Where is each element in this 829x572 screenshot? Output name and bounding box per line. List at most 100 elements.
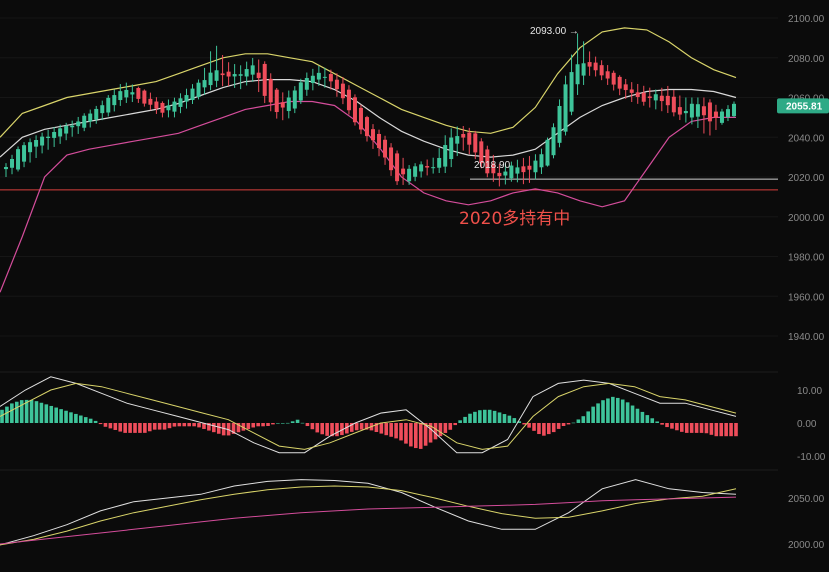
candle-body <box>46 136 51 139</box>
macd-histogram-bar <box>118 423 123 432</box>
macd-histogram-bar <box>581 416 586 423</box>
candle-body <box>533 160 538 173</box>
macd-histogram-bar <box>310 423 315 430</box>
candle-body <box>635 92 640 98</box>
candle-body <box>196 82 201 98</box>
macd-histogram-bar <box>404 423 408 444</box>
macd-histogram-bar <box>172 423 177 427</box>
macd-histogram-bar <box>709 423 714 435</box>
macd-histogram-bar <box>556 423 561 429</box>
candle-body <box>695 104 700 117</box>
macd-histogram-bar <box>10 403 14 423</box>
macd-histogram-bar <box>478 410 482 423</box>
candle-body <box>647 96 652 99</box>
candle-body <box>148 98 153 105</box>
macd-histogram-bar <box>502 414 507 423</box>
macd-histogram-bar <box>29 399 34 423</box>
candle-body <box>719 111 724 123</box>
price-tick-label: 2080.00 <box>788 54 825 65</box>
macd-histogram-bar <box>167 423 172 429</box>
macd-histogram-bar <box>320 423 325 435</box>
candle-body <box>154 101 159 109</box>
last-price-value: 2055.81 <box>786 101 823 112</box>
macd-histogram-bar <box>280 423 285 424</box>
candle-body <box>725 109 730 118</box>
candle-body <box>587 62 592 67</box>
macd-histogram-bar <box>645 415 650 423</box>
candle-body <box>4 167 8 170</box>
macd-histogram-bar <box>591 406 595 423</box>
macd-histogram-bar <box>680 423 684 432</box>
macd-histogram-bar <box>34 401 39 423</box>
macd-histogram-bar <box>497 412 502 423</box>
candle-body <box>244 69 249 77</box>
macd-histogram-bar <box>650 418 655 423</box>
macd-histogram-bar <box>635 408 640 423</box>
macd-histogram-bar <box>576 419 581 423</box>
candle-body <box>389 147 394 171</box>
macd-histogram-bar <box>433 423 438 440</box>
candle-body <box>112 95 117 106</box>
candle-body <box>575 64 580 85</box>
holding-note: 2020多持有中 <box>459 209 570 229</box>
macd-histogram-bar <box>689 423 694 433</box>
candle-body <box>298 82 303 101</box>
price-tick-label: 1980.00 <box>788 253 825 264</box>
candle-body <box>713 111 718 118</box>
candle-body <box>653 94 658 101</box>
macd-histogram-bar <box>177 423 182 427</box>
macd-histogram-bar <box>187 423 191 427</box>
macd-histogram-bar <box>83 417 88 423</box>
macd-histogram-bar <box>290 421 295 423</box>
chart-background <box>0 0 829 572</box>
candle-body <box>328 73 333 82</box>
macd-histogram-bar <box>379 423 384 434</box>
macd-histogram-bar <box>285 422 290 424</box>
macd-histogram-bar <box>606 398 610 423</box>
macd-histogram-bar <box>724 423 728 437</box>
candle-body <box>413 166 418 177</box>
macd-histogram-bar <box>571 422 576 424</box>
macd-histogram-bar <box>566 423 571 425</box>
macd-histogram-bar <box>615 397 620 423</box>
candle-body <box>286 97 291 112</box>
macd-histogram-bar <box>512 418 517 423</box>
macd-histogram-bar <box>251 423 256 428</box>
macd-histogram-bar <box>413 423 418 449</box>
macd-histogram-bar <box>182 423 187 427</box>
candle-body <box>605 71 610 79</box>
macd-histogram-bar <box>660 423 664 425</box>
macd-histogram-bar <box>665 423 669 428</box>
candle-body <box>268 78 273 103</box>
candle-body <box>377 133 382 149</box>
macd-histogram-bar <box>389 423 393 437</box>
candle-body <box>395 153 400 182</box>
macd-histogram-bar <box>335 423 339 437</box>
candle-body <box>322 76 327 78</box>
macd-histogram-bar <box>453 423 458 426</box>
candle-body <box>22 145 27 162</box>
macd-histogram-bar <box>74 413 78 423</box>
candle-body <box>310 75 315 84</box>
chart-stage: 2100.002080.002060.002040.002020.002000.… <box>0 0 829 572</box>
candle-body <box>527 165 532 170</box>
macd-histogram-bar <box>276 423 280 424</box>
macd-histogram-bar <box>44 404 49 423</box>
candle-body <box>629 89 634 93</box>
candle-body <box>515 167 520 174</box>
candle-body <box>340 83 345 99</box>
candle-body <box>563 84 568 132</box>
macd-histogram-bar <box>675 423 679 431</box>
candle-body <box>142 90 147 104</box>
macd-histogram-bar <box>98 423 103 425</box>
macd-histogram-bar <box>147 423 152 432</box>
macd-histogram-bar <box>152 423 157 430</box>
candle-body <box>274 89 279 113</box>
macd-histogram-bar <box>192 423 196 427</box>
last-price-tag: 2055.81 <box>777 98 829 114</box>
candle-body <box>401 168 406 175</box>
macd-histogram-bar <box>482 409 487 423</box>
candle-body <box>449 137 454 160</box>
candle-body <box>467 132 472 145</box>
macd-histogram-bar <box>487 409 492 423</box>
